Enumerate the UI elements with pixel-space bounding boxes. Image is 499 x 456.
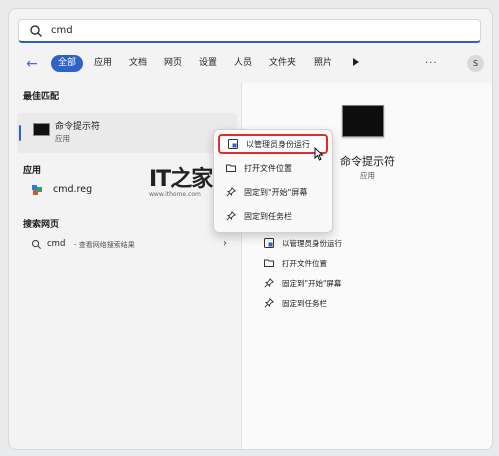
action-label: 打开文件位置 xyxy=(282,258,327,268)
filter-people[interactable]: 人员 xyxy=(227,55,259,72)
pin-icon xyxy=(264,298,274,308)
pin-icon xyxy=(226,211,236,221)
action-label: 固定到任务栏 xyxy=(282,298,327,308)
folder-icon xyxy=(264,259,274,267)
cmd-app-icon xyxy=(33,123,50,136)
menu-item-label: 以管理员身份运行 xyxy=(246,139,310,149)
search-icon xyxy=(31,239,42,250)
watermark-url: www.ithome.com xyxy=(149,191,201,198)
filter-apps[interactable]: 应用 xyxy=(87,55,119,72)
menu-item-label: 打开文件位置 xyxy=(244,163,292,173)
filter-folders[interactable]: 文件夹 xyxy=(262,55,303,72)
search-box[interactable]: cmd xyxy=(18,19,481,43)
action-pin-taskbar[interactable]: 固定到任务栏 xyxy=(264,295,327,311)
watermark-logo: IT之家 www.ithome.com xyxy=(149,161,213,205)
filter-web[interactable]: 网页 xyxy=(157,55,189,72)
action-open-location[interactable]: 打开文件位置 xyxy=(264,255,327,271)
app-item-name: cmd.reg xyxy=(53,184,93,195)
folder-icon xyxy=(226,164,236,172)
menu-item-label: 固定到"开始"屏幕 xyxy=(244,187,308,197)
best-match-name: 命令提示符 xyxy=(55,122,101,132)
best-match-type: 应用 xyxy=(55,134,70,143)
shield-window-icon xyxy=(228,139,238,149)
back-arrow-icon[interactable]: ← xyxy=(23,55,41,73)
avatar[interactable]: S xyxy=(467,55,484,72)
filter-settings[interactable]: 设置 xyxy=(192,55,224,72)
pin-icon xyxy=(226,187,236,197)
play-more-icon[interactable] xyxy=(353,58,359,66)
search-icon xyxy=(30,24,42,37)
best-match-item[interactable]: 命令提示符 应用 xyxy=(17,113,237,153)
apps-heading: 应用 xyxy=(23,166,42,176)
best-match-heading: 最佳匹配 xyxy=(23,92,60,102)
registry-file-icon xyxy=(32,185,42,195)
action-label: 固定到"开始"屏幕 xyxy=(282,278,342,288)
action-label: 以管理员身份运行 xyxy=(282,238,342,248)
filter-documents[interactable]: 文档 xyxy=(122,55,154,72)
menu-item-open-location[interactable]: 打开文件位置 xyxy=(218,158,328,178)
web-description: - 查看网络搜索结果 xyxy=(74,241,135,249)
web-query: cmd xyxy=(47,239,66,249)
results-list: 最佳匹配 命令提示符 应用 应用 cmd.reg 搜索网页 cmd - 查看网络… xyxy=(9,83,241,449)
filter-bar: ← 全部 应用 文档 网页 设置 人员 文件夹 照片 ... S xyxy=(17,53,487,75)
menu-item-pin-taskbar[interactable]: 固定到任务栏 xyxy=(218,206,328,226)
filter-photos[interactable]: 照片 xyxy=(307,55,339,72)
menu-item-label: 固定到任务栏 xyxy=(244,211,292,221)
pin-icon xyxy=(264,278,274,288)
action-pin-start[interactable]: 固定到"开始"屏幕 xyxy=(264,275,341,291)
start-search-panel: cmd ← 全部 应用 文档 网页 设置 人员 文件夹 照片 ... S 最佳匹… xyxy=(8,8,493,450)
chevron-right-icon[interactable]: › xyxy=(223,238,227,249)
shield-window-icon xyxy=(264,238,274,248)
web-search-item[interactable]: cmd - 查看网络搜索结果 › xyxy=(17,235,237,255)
menu-item-run-as-admin[interactable]: 以管理员身份运行 xyxy=(218,134,328,154)
cmd-large-icon xyxy=(342,105,384,137)
filter-all[interactable]: 全部 xyxy=(51,55,84,72)
menu-item-pin-start[interactable]: 固定到"开始"屏幕 xyxy=(218,182,328,202)
watermark-logo-text: IT之家 xyxy=(149,167,213,192)
search-input[interactable]: cmd xyxy=(51,25,73,36)
mouse-cursor-icon xyxy=(314,147,324,161)
web-heading: 搜索网页 xyxy=(23,220,60,230)
more-options-icon[interactable]: ... xyxy=(425,55,438,66)
action-run-as-admin[interactable]: 以管理员身份运行 xyxy=(264,235,342,251)
selection-indicator xyxy=(19,125,21,141)
context-menu: 以管理员身份运行 打开文件位置 固定到"开始"屏幕 固定到任务栏 xyxy=(213,129,333,233)
